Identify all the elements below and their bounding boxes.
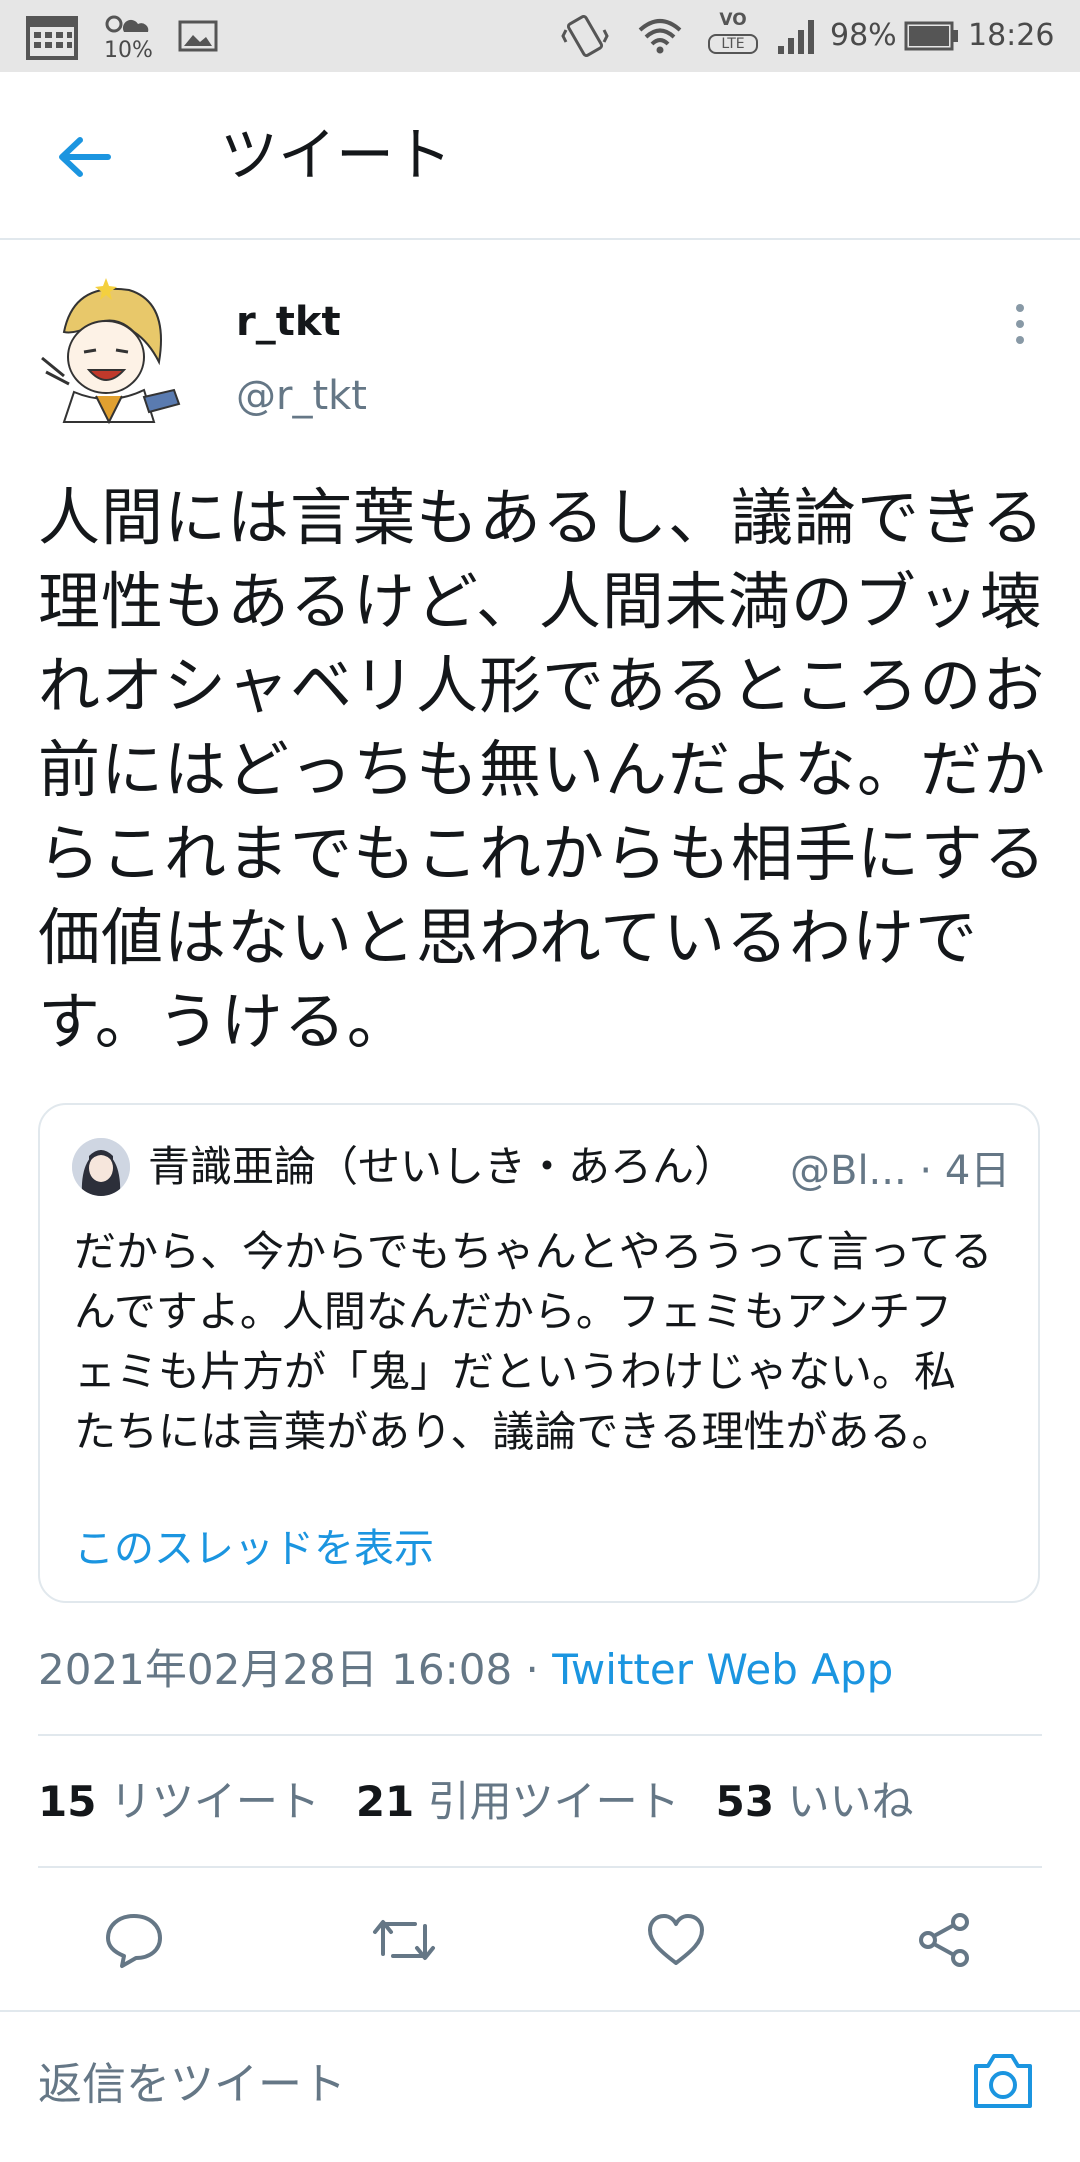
divider — [38, 1866, 1042, 1868]
weather-percent: 10% — [104, 38, 153, 63]
reply-icon[interactable] — [94, 1900, 174, 1980]
likes-label: いいね — [787, 1777, 914, 1826]
page-title: ツイート — [220, 121, 453, 189]
reply-input[interactable]: 返信をツイート — [38, 2058, 346, 2112]
timestamp-text: 2021年02月28日 16:08 · — [38, 1645, 553, 1694]
share-icon[interactable] — [904, 1900, 984, 1980]
retweet-icon[interactable] — [364, 1900, 444, 1980]
divider — [38, 1734, 1042, 1736]
quoted-text: だから、今からでもちゃんとやろうって言ってるんですよ。人間なんだから。フェミもア… — [74, 1227, 993, 1456]
likes-count: 53 — [715, 1777, 775, 1826]
weather-icon — [100, 10, 152, 40]
back-arrow-icon[interactable] — [54, 132, 114, 182]
avatar[interactable] — [34, 272, 184, 432]
show-thread-link[interactable]: このスレッドを表示 — [74, 1524, 434, 1574]
quotes-stat[interactable]: 21 引用ツイート — [356, 1777, 680, 1826]
quoted-meta: @Bl... · 4日 — [790, 1146, 1010, 1196]
quoted-age: · 4日 — [919, 1148, 1011, 1194]
tweet-stats: 15 リツイート 21 引用ツイート 53 いいね — [38, 1776, 913, 1828]
lte-badge: LTE — [708, 34, 758, 54]
volte-icon: VO LTE — [708, 10, 758, 62]
quotes-count: 21 — [355, 1777, 415, 1826]
source-app-link[interactable]: Twitter Web App — [552, 1645, 893, 1694]
quoted-display-name[interactable]: 青識亜論（せいしき・あろん） — [148, 1142, 736, 1192]
quoted-handle[interactable]: @Bl... — [790, 1148, 907, 1194]
retweets-stat[interactable]: 15 リツイート — [38, 1777, 320, 1826]
battery-percent: 98% — [830, 18, 897, 53]
quoted-avatar[interactable] — [72, 1138, 130, 1196]
clock: 18:26 — [968, 18, 1055, 53]
tweet-text: 人間には言葉もあるし、議論できる理性もあるけど、人間未満のブッ壊れオシャベリ人形… — [38, 481, 1047, 1058]
quotes-label: 引用ツイート — [427, 1777, 680, 1826]
calendar-icon — [26, 12, 78, 60]
camera-icon[interactable] — [970, 2050, 1036, 2112]
signal-icon — [776, 16, 822, 54]
user-handle[interactable]: @r_tkt — [236, 372, 367, 420]
tweet-timestamp: 2021年02月28日 16:08 · Twitter Web App — [38, 1644, 893, 1696]
retweets-count: 15 — [38, 1777, 97, 1826]
app-header — [0, 72, 1080, 240]
retweets-label: リツイート — [109, 1777, 320, 1826]
like-heart-icon[interactable] — [636, 1900, 716, 1980]
likes-stat[interactable]: 53 いいね — [716, 1777, 914, 1826]
battery-icon — [904, 20, 960, 52]
vibrate-icon — [560, 12, 610, 60]
display-name[interactable]: r_tkt — [236, 298, 341, 346]
more-options-icon[interactable] — [1000, 300, 1040, 350]
wifi-icon — [636, 16, 684, 56]
image-icon — [178, 20, 218, 52]
